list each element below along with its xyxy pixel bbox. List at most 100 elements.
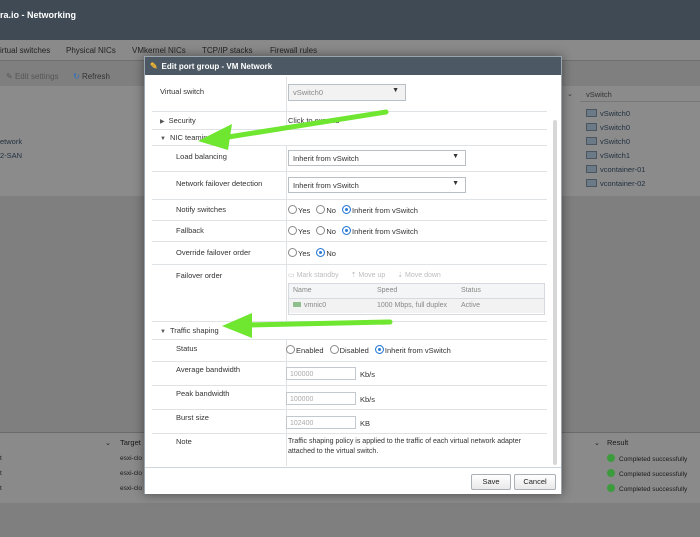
radio-button-selected[interactable]: [316, 248, 326, 257]
failover-order-toolbar: ▭ Mark standby ⇡ Move up ⇣ Move down: [288, 271, 441, 279]
dialog-footer: Save Cancel: [145, 467, 561, 494]
traffic-shaping-label: Traffic shaping: [169, 326, 219, 335]
tab-firewall-rules[interactable]: Firewall rules: [270, 46, 317, 55]
tab-vmkernel-nics[interactable]: VMkernel NICs: [132, 46, 186, 55]
virtual-switch-value: vSwitch0: [293, 88, 324, 97]
virtual-switch-select[interactable]: vSwitch0 ▼: [288, 84, 406, 101]
cancel-button[interactable]: Cancel: [514, 474, 556, 490]
vswitch-value: vSwitch0: [600, 109, 631, 118]
shaping-status-radios: Enabled Disabled Inherit from vSwitch: [286, 345, 455, 355]
column-header-speed[interactable]: Speed: [377, 287, 397, 294]
dialog-scrollbar[interactable]: [553, 120, 557, 465]
tab-physical-nics[interactable]: Physical NICs: [66, 46, 116, 55]
notify-switches-label: Notify switches: [176, 205, 227, 214]
security-row[interactable]: ▶ Security Click to expand: [152, 111, 547, 130]
option-label: Yes: [298, 206, 311, 215]
target-column-header[interactable]: Target: [120, 438, 141, 447]
result-column-header[interactable]: Result: [607, 438, 628, 447]
note-label: Note: [176, 437, 192, 446]
collapse-triangle-icon: ▼: [160, 136, 166, 142]
radio-button[interactable]: [288, 248, 297, 257]
peak-bandwidth-input[interactable]: 100000: [286, 392, 356, 405]
task-target[interactable]: esxi-clo: [120, 470, 142, 477]
burst-size-unit: KB: [360, 419, 371, 428]
success-icon: [607, 469, 615, 477]
column-header-status[interactable]: Status: [461, 287, 481, 294]
tab-virtual-switches[interactable]: irtual switches: [0, 46, 50, 55]
fallback-radios: Yes No Inherit from vSwitch: [288, 226, 422, 236]
failover-order-row: Failover order ▭ Mark standby ⇡ Move up …: [152, 264, 547, 322]
mark-standby-button[interactable]: ▭ Mark standby: [288, 272, 339, 279]
failover-detection-label: Network failover detection: [176, 179, 263, 188]
app-titlebar: ra.io - Networking: [0, 0, 700, 40]
security-expand-link[interactable]: Click to expand: [288, 116, 339, 125]
load-balancing-select[interactable]: Inherit from vSwitch ▼: [288, 150, 466, 166]
edit-settings-button[interactable]: ✎ Edit settings: [6, 72, 59, 81]
task-target[interactable]: esxi-clo: [120, 485, 142, 492]
radio-button[interactable]: [286, 345, 295, 354]
shaping-status-row: Status Enabled Disabled Inherit from vSw…: [152, 339, 547, 362]
nic-teaming-header[interactable]: ▼ NIC teaming: [152, 129, 547, 146]
nic-name: vmnic0: [304, 302, 327, 309]
status-disabled-option[interactable]: Disabled: [329, 345, 369, 355]
sort-chevron-icon: ⌄: [105, 440, 111, 447]
dialog-titlebar[interactable]: ✎ Edit port group - VM Network: [145, 57, 561, 75]
peak-bandwidth-label: Peak bandwidth: [176, 389, 230, 398]
notify-yes-option[interactable]: Yes: [288, 205, 311, 215]
fallback-label: Fallback: [176, 226, 204, 235]
traffic-shaping-section-toggle[interactable]: ▼ Traffic shaping: [160, 326, 219, 335]
security-section-toggle[interactable]: ▶ Security: [160, 116, 196, 125]
radio-button[interactable]: [288, 226, 297, 235]
grid-row-name[interactable]: etwork: [0, 137, 22, 146]
fallback-no-option[interactable]: No: [316, 226, 336, 236]
vswitch-icon: [586, 165, 597, 173]
nic-teaming-section-toggle[interactable]: ▼ NIC teaming: [160, 133, 212, 142]
move-up-button[interactable]: ⇡ Move up: [351, 272, 386, 279]
vswitch-column-header[interactable]: ⌄ vSwitch: [567, 89, 700, 102]
grid-vswitch-cell: vcontainer-01: [586, 165, 645, 174]
grid-vswitch-cell: vSwitch0: [586, 123, 630, 132]
failover-detection-select[interactable]: Inherit from vSwitch ▼: [288, 177, 466, 193]
tab-tcpip-stacks[interactable]: TCP/IP stacks: [202, 46, 253, 55]
value-column: [286, 145, 287, 171]
traffic-shaping-header[interactable]: ▼ Traffic shaping: [152, 321, 547, 340]
column-header-name[interactable]: Name: [293, 287, 312, 294]
fallback-yes-option[interactable]: Yes: [288, 226, 310, 236]
vswitch-icon: [586, 109, 597, 117]
fallback-inherit-option[interactable]: Inherit from vSwitch: [342, 226, 418, 236]
override-yes-option[interactable]: Yes: [288, 248, 310, 258]
radio-button[interactable]: [288, 205, 297, 214]
radio-button-selected[interactable]: [342, 226, 352, 235]
radio-button[interactable]: [329, 345, 339, 354]
burst-size-input[interactable]: 102400: [286, 416, 356, 429]
radio-button[interactable]: [316, 226, 326, 235]
dialog-scroll-area[interactable]: Virtual switch vSwitch0 ▼ ▶ Security Clic…: [152, 77, 547, 467]
status-inherit-option[interactable]: Inherit from vSwitch: [374, 345, 451, 355]
radio-button-selected[interactable]: [374, 345, 384, 354]
value-column: [286, 241, 287, 264]
failover-order-table: Name Speed Status vmnic0 1000 Mbps, full…: [288, 283, 545, 315]
move-down-button[interactable]: ⇣ Move down: [397, 272, 441, 279]
notify-no-option[interactable]: No: [316, 205, 336, 215]
status-enabled-option[interactable]: Enabled: [286, 345, 324, 355]
radio-button[interactable]: [316, 205, 326, 214]
note-text-line1: Traffic shaping policy is applied to the…: [288, 438, 521, 445]
nic-name-cell: vmnic0: [293, 302, 326, 309]
save-button[interactable]: Save: [471, 474, 511, 490]
dialog-title: Edit port group - VM Network: [161, 62, 273, 71]
refresh-button[interactable]: ↻ Refresh: [73, 72, 110, 81]
success-icon: [607, 454, 615, 462]
radio-button-selected[interactable]: [342, 205, 352, 214]
option-label: Disabled: [339, 346, 369, 355]
override-no-option[interactable]: No: [316, 248, 336, 258]
success-icon: [607, 484, 615, 492]
notify-inherit-option[interactable]: Inherit from vSwitch: [342, 205, 418, 215]
task-target[interactable]: esxi-clo: [120, 455, 142, 462]
task-result: Completed successfully: [607, 469, 687, 478]
vswitch-column-label: vSwitch: [586, 90, 612, 99]
option-label: Inherit from vSwitch: [352, 206, 418, 215]
average-bandwidth-input[interactable]: 100000: [286, 367, 356, 380]
task-cell: t: [0, 455, 2, 462]
value-column: [286, 220, 287, 241]
grid-row-name[interactable]: 2-SAN: [0, 151, 22, 160]
